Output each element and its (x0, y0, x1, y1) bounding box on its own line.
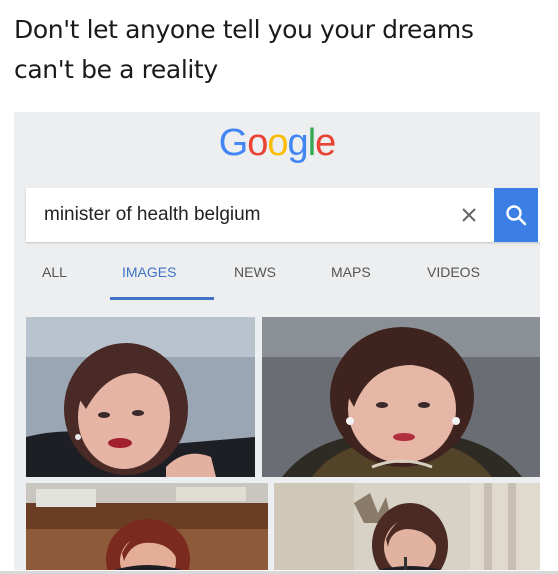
search-input[interactable] (44, 188, 424, 242)
active-tab-indicator (110, 297, 214, 300)
logo-letter: o (247, 122, 268, 164)
close-icon (462, 208, 476, 222)
parliament-photo (26, 483, 268, 570)
portrait-photo (262, 317, 540, 477)
logo-letter: o (267, 122, 288, 164)
tab-maps[interactable]: MAPS (331, 257, 371, 299)
google-search-screenshot: Google ALL IMAGES NEWS MAPS VIDEOS (14, 112, 540, 570)
tab-images[interactable]: IMAGES (122, 257, 176, 299)
image-result[interactable] (274, 483, 540, 570)
logo-letter: g (287, 122, 309, 164)
google-logo[interactable]: Google (14, 122, 540, 165)
image-result[interactable] (262, 317, 540, 477)
search-button[interactable] (494, 188, 538, 242)
logo-letter: e (315, 122, 336, 164)
tab-videos[interactable]: VIDEOS (427, 257, 480, 299)
search-bar (26, 188, 540, 242)
caption-line-1: Don't let anyone tell you your dreams (14, 15, 474, 44)
image-result[interactable] (26, 317, 255, 477)
podium-photo (274, 483, 540, 570)
image-result[interactable] (26, 483, 268, 570)
image-results-grid (26, 317, 540, 570)
clear-search-button[interactable] (454, 188, 484, 242)
tab-news[interactable]: NEWS (234, 257, 276, 299)
search-tabs: ALL IMAGES NEWS MAPS VIDEOS (14, 257, 540, 303)
tab-all[interactable]: ALL (42, 257, 67, 299)
caption-line-2: can't be a reality (14, 55, 218, 84)
search-icon (506, 205, 527, 226)
logo-letter: G (218, 122, 249, 164)
portrait-photo (26, 317, 255, 477)
meme-caption: Don't let anyone tell you your dreams ca… (14, 10, 474, 90)
logo-letter: l (307, 122, 317, 164)
